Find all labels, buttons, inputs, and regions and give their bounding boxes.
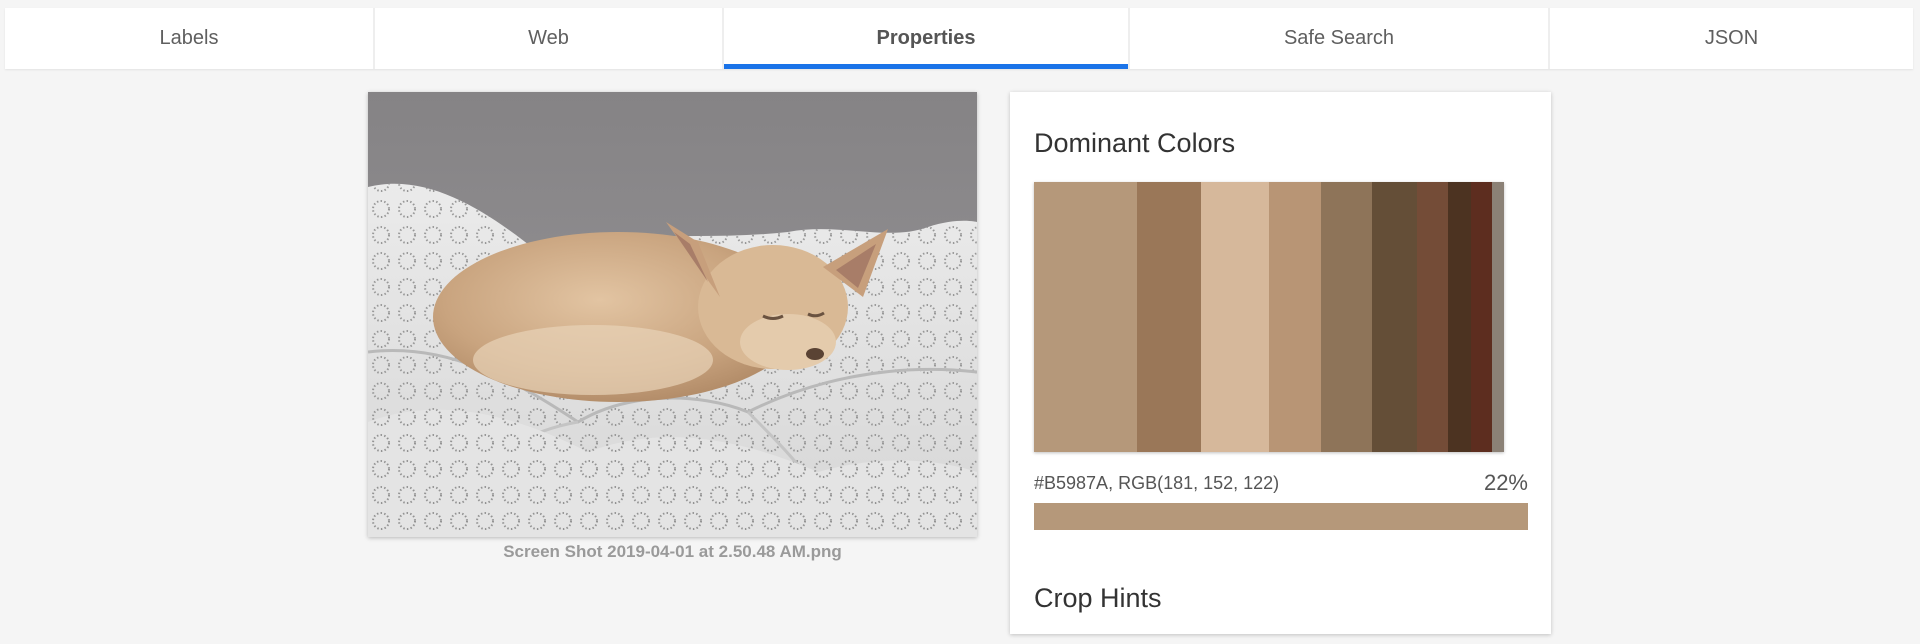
image-caption: Screen Shot 2019-04-01 at 2.50.48 AM.png xyxy=(503,542,842,561)
tab-json[interactable]: JSON xyxy=(1550,8,1913,69)
active-tab-indicator xyxy=(724,64,1128,69)
selected-color-code: #B5987A, RGB(181, 152, 122) xyxy=(1034,472,1280,493)
dominant-colors-title: Dominant Colors xyxy=(1034,128,1236,158)
color-swatch[interactable] xyxy=(1492,182,1504,452)
color-swatch[interactable] xyxy=(1200,182,1269,452)
color-swatch[interactable] xyxy=(1268,182,1321,452)
selected-color-bar-fill xyxy=(1034,503,1528,530)
color-swatch[interactable] xyxy=(1372,182,1417,452)
color-swatch[interactable] xyxy=(1320,182,1373,452)
tab-labels[interactable]: Labels xyxy=(5,8,375,69)
tab-safe-search-label: Safe Search xyxy=(1283,27,1395,49)
tab-safe-search[interactable]: Safe Search xyxy=(1130,8,1550,69)
tab-properties-label: Properties xyxy=(876,27,976,49)
color-swatch[interactable] xyxy=(1137,182,1201,452)
tab-bar: Labels Web Properties Safe Search JSON xyxy=(5,8,1913,69)
color-swatch[interactable] xyxy=(1447,182,1472,452)
dog-photo xyxy=(368,92,977,537)
crop-hints-title: Crop Hints xyxy=(1034,583,1162,613)
tab-labels-label: Labels xyxy=(159,27,219,49)
selected-color-info: #B5987A, RGB(181, 152, 122) 22% xyxy=(1034,470,1528,496)
properties-card: Dominant Colors #B5987A, RGB(181, 152, 1… xyxy=(1010,92,1551,634)
tab-json-label: JSON xyxy=(1704,27,1759,49)
tab-web-label: Web xyxy=(528,27,569,49)
color-swatch[interactable] xyxy=(1416,182,1448,452)
selected-color-bar xyxy=(1034,503,1528,530)
tab-properties[interactable]: Properties xyxy=(724,8,1130,69)
uploaded-image xyxy=(368,92,977,537)
dominant-colors-strip xyxy=(1034,182,1504,452)
tab-web[interactable]: Web xyxy=(375,8,724,69)
selected-color-percent: 22% xyxy=(1483,470,1528,495)
color-swatch[interactable] xyxy=(1034,182,1138,452)
color-swatch[interactable] xyxy=(1471,182,1493,452)
